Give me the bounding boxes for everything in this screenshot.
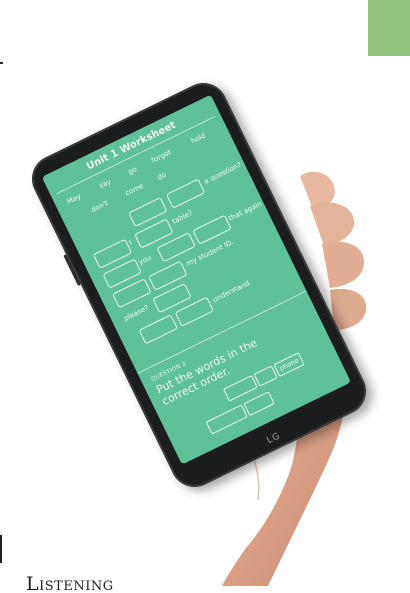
sentence-fragment: please? <box>122 303 151 323</box>
word-bank-item[interactable]: say <box>98 178 112 190</box>
sentence-fragment: a question? <box>202 160 243 186</box>
sentence-fragment: that again <box>227 199 264 223</box>
sentence-fragment: understand. <box>211 278 253 304</box>
word-bank-item[interactable]: do <box>156 171 167 182</box>
word-chip[interactable] <box>205 404 248 435</box>
word-bank-item[interactable]: go <box>127 165 138 176</box>
word-chip[interactable]: phone <box>273 352 305 378</box>
word-chip[interactable] <box>253 365 278 387</box>
word-bank-item[interactable]: don't <box>90 199 110 214</box>
word-bank-item[interactable]: come <box>124 182 145 198</box>
word-bank-item[interactable]: May <box>66 192 83 206</box>
page-caption: Listening <box>26 573 114 593</box>
sentence-fragment: table? <box>171 209 194 226</box>
word-bank-item[interactable]: forgot <box>150 148 172 164</box>
sentence-fragment: you <box>137 253 153 267</box>
answer-box[interactable] <box>138 314 178 345</box>
answer-box[interactable] <box>165 178 206 209</box>
word-chip[interactable] <box>243 391 275 417</box>
word-bank-item[interactable]: hold <box>190 132 207 146</box>
